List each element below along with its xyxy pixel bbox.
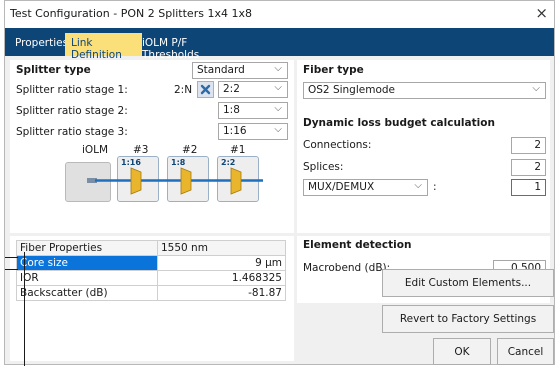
table-header-row: Fiber Properties 1550 nm bbox=[16, 240, 286, 256]
element-count-input[interactable]: 1 bbox=[511, 179, 546, 196]
row-label[interactable]: IOR bbox=[16, 270, 158, 286]
table-row[interactable]: Backscatter (dB) -81.87 bbox=[16, 285, 286, 301]
fiber-properties-table: Fiber Properties 1550 nm Core size 9 µm … bbox=[16, 240, 286, 301]
column-header: Fiber Properties bbox=[16, 240, 158, 256]
callout-line bbox=[5, 269, 18, 270]
chevron-down-icon: ⌵ bbox=[414, 180, 422, 191]
clear-stage1-button[interactable] bbox=[197, 81, 214, 98]
splices-input[interactable]: 2 bbox=[511, 159, 546, 176]
table-row[interactable]: Core size 9 µm bbox=[16, 255, 286, 271]
revert-factory-button[interactable]: Revert to Factory Settings bbox=[382, 305, 554, 333]
edit-custom-elements-button[interactable]: Edit Custom Elements... bbox=[382, 269, 554, 297]
splitter-panel: Splitter type Standard ⌵ Splitter ratio … bbox=[10, 60, 294, 233]
splitter-type-value: Standard bbox=[197, 64, 245, 76]
fiber-link-icon bbox=[87, 167, 263, 195]
stage1-prefix: 2:N bbox=[174, 84, 193, 96]
connections-label: Connections: bbox=[303, 139, 372, 151]
callout-line bbox=[5, 257, 18, 258]
row-label[interactable]: Backscatter (dB) bbox=[16, 285, 158, 301]
ok-button[interactable]: OK bbox=[433, 338, 491, 365]
close-icon[interactable]: × bbox=[535, 4, 548, 22]
chevron-down-icon: ⌵ bbox=[274, 63, 282, 74]
close-x-icon bbox=[200, 84, 211, 95]
tab-iolm-thresholds[interactable]: iOLM P/F Thresholds bbox=[136, 33, 246, 61]
chevron-down-icon: ⌵ bbox=[274, 124, 282, 135]
fiber-type-value: OS2 Singlemode bbox=[308, 84, 396, 96]
tab-strip: Properties Link Definition iOLM P/F Thre… bbox=[5, 28, 554, 61]
diagram-header-stage1: #1 bbox=[230, 144, 246, 156]
stage2-label: Splitter ratio stage 2: bbox=[16, 105, 128, 117]
element-type-value: MUX/DEMUX bbox=[308, 181, 375, 193]
fiber-type-select[interactable]: OS2 Singlemode ⌵ bbox=[303, 82, 546, 99]
window-title: Test Configuration - PON 2 Splitters 1x4… bbox=[10, 7, 252, 20]
element-count-colon: : bbox=[433, 181, 437, 193]
stage1-value: 2:2 bbox=[223, 83, 240, 95]
chevron-down-icon: ⌵ bbox=[532, 83, 540, 94]
title-bar: Test Configuration - PON 2 Splitters 1x4… bbox=[5, 1, 554, 28]
diagram-header-stage3: #3 bbox=[133, 144, 149, 156]
row-value[interactable]: 9 µm bbox=[157, 255, 286, 271]
fiber-properties-panel: Fiber Properties 1550 nm Core size 9 µm … bbox=[10, 236, 294, 361]
column-header: 1550 nm bbox=[157, 240, 286, 256]
chevron-down-icon: ⌵ bbox=[274, 103, 282, 114]
stage3-value: 1:16 bbox=[223, 125, 247, 137]
element-detection-heading: Element detection bbox=[303, 239, 412, 251]
chevron-down-icon: ⌵ bbox=[274, 82, 282, 93]
stage2-select[interactable]: 1:8 ⌵ bbox=[218, 102, 288, 119]
fiber-type-panel: Fiber type OS2 Singlemode ⌵ Dynamic loss… bbox=[297, 60, 550, 233]
cancel-button[interactable]: Cancel bbox=[497, 338, 554, 365]
stage1-select[interactable]: 2:2 ⌵ bbox=[218, 81, 288, 98]
diagram-header-stage2: #2 bbox=[182, 144, 198, 156]
fiber-type-heading: Fiber type bbox=[303, 64, 364, 76]
row-value[interactable]: 1.468325 bbox=[157, 270, 286, 286]
splices-label: Splices: bbox=[303, 161, 344, 173]
splitter-type-select[interactable]: Standard ⌵ bbox=[192, 62, 288, 79]
row-value[interactable]: -81.87 bbox=[157, 285, 286, 301]
connections-input[interactable]: 2 bbox=[511, 137, 546, 154]
tab-link-definition[interactable]: Link Definition bbox=[65, 33, 142, 61]
row-label[interactable]: Core size bbox=[16, 255, 158, 271]
tab-properties[interactable]: Properties bbox=[9, 33, 69, 56]
stage3-label: Splitter ratio stage 3: bbox=[16, 126, 128, 138]
callout-line bbox=[24, 252, 25, 366]
table-row[interactable]: IOR 1.468325 bbox=[16, 270, 286, 286]
diagram-header-iolm: iOLM bbox=[82, 144, 109, 156]
element-type-select[interactable]: MUX/DEMUX ⌵ bbox=[303, 179, 428, 196]
macrobend-label: Macrobend (dB): bbox=[303, 262, 391, 274]
stage1-label: Splitter ratio stage 1: bbox=[16, 84, 128, 96]
splitter-diagram: 1:16 1:8 2:2 bbox=[65, 156, 265, 206]
splitter-type-heading: Splitter type bbox=[16, 64, 91, 76]
dialog-window: Test Configuration - PON 2 Splitters 1x4… bbox=[4, 0, 555, 366]
stage3-select[interactable]: 1:16 ⌵ bbox=[218, 123, 288, 140]
loss-budget-heading: Dynamic loss budget calculation bbox=[303, 117, 495, 129]
stage2-value: 1:8 bbox=[223, 104, 240, 116]
